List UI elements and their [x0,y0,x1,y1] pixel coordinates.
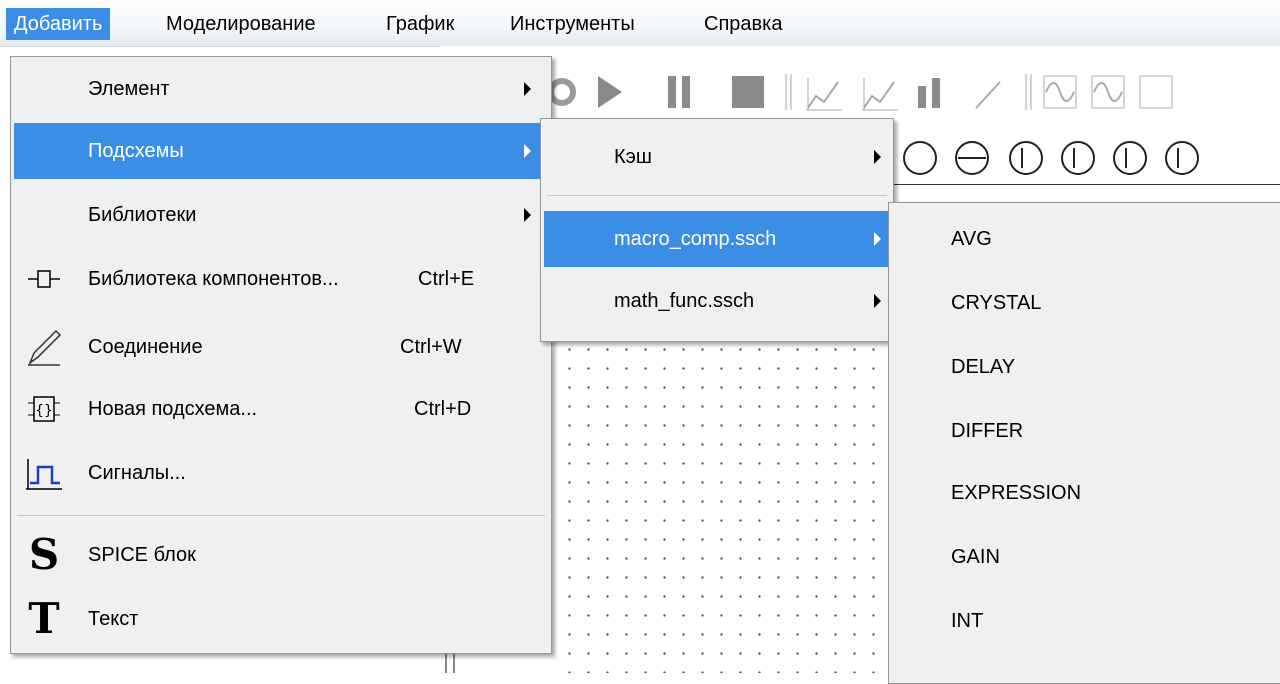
menu-item-math-func[interactable]: math_func.ssch [544,273,890,329]
simulation-toolbar [548,74,1173,111]
signal-pulse-icon [26,459,62,490]
pause-icon[interactable] [668,76,690,108]
submenu-arrow-icon [524,82,531,96]
menu-item-differ[interactable]: DIFFER [889,403,1280,459]
schematic-grid[interactable] [560,340,890,673]
text-t-icon: T [28,594,60,643]
svg-text:{}: {} [35,403,53,419]
menu-item-text[interactable]: T Текст [14,591,548,647]
menu-item-label: SPICE блок [88,544,196,566]
menu-item-label: CRYSTAL [951,292,1042,314]
spice-s-icon: S [28,530,60,579]
submenu-arrow-icon [874,232,881,246]
mosfet-icon[interactable] [1165,141,1199,175]
stop-icon[interactable] [732,76,764,108]
shortcut-label: Ctrl+D [414,398,472,420]
waveform-icon[interactable] [1139,75,1173,109]
menu-item-subcircuits[interactable]: Подсхемы [14,123,548,179]
menu-item-label: macro_comp.ssch [614,228,777,250]
shortcut-label: Ctrl+E [418,268,475,290]
add-menu: Элемент Подсхемы Библиотеки Библиотека к… [10,56,552,654]
gear-icon[interactable] [548,78,576,106]
menu-item-label: Библиотеки [88,204,197,226]
submenu-arrow-icon [874,294,881,308]
menu-item-label: DIFFER [951,420,1024,442]
menu-item-new-subcircuit[interactable]: {} Новая подсхема... Ctrl+D [14,381,548,437]
graph-icon[interactable] [806,78,842,111]
line-icon[interactable] [975,81,1001,109]
menu-item-int[interactable]: INT [889,593,1280,649]
bar-graph-icon[interactable] [918,78,940,108]
add-graph-icon[interactable] [862,78,898,111]
menu-item-gain[interactable]: GAIN [889,529,1280,585]
transistor-icon[interactable] [903,141,937,175]
subcircuits-menu: Кэш macro_comp.ssch math_func.ssch [540,118,894,342]
menu-item-label: Подсхемы [88,140,184,162]
mosfet-icon[interactable] [1061,141,1095,175]
menu-item-cache[interactable]: Кэш [544,129,890,185]
subcircuit-icon: {} [28,396,60,422]
pencil-icon [28,329,62,366]
shortcut-label: Ctrl+W [400,336,462,358]
menu-item-label: AVG [951,228,992,250]
menu-separator [547,195,887,196]
component-library-icon [28,270,60,288]
menu-item-label: Соединение [88,336,203,358]
menu-item-label: Библиотека компонентов... [88,268,339,290]
menu-tools[interactable]: Инструменты [502,8,643,40]
submenu-arrow-icon [524,208,531,222]
submenu-arrow-icon [524,144,531,158]
menu-item-spice-block[interactable]: S SPICE блок [14,527,548,583]
menu-item-delay[interactable]: DELAY [889,339,1280,395]
menu-item-label: Кэш [614,146,652,168]
menu-help[interactable]: Справка [696,8,790,40]
menu-item-component-library[interactable]: Библиотека компонентов... Ctrl+E [14,251,548,307]
menu-item-crystal[interactable]: CRYSTAL [889,275,1280,331]
menu-item-label: Элемент [88,78,170,100]
menu-item-libraries[interactable]: Библиотеки [14,187,548,243]
menu-item-label: Сигналы... [88,462,186,484]
menu-add[interactable]: Добавить [6,8,111,40]
menu-item-label: DELAY [951,356,1016,378]
macro-comp-menu: AVG CRYSTAL DELAY DIFFER EXPRESSION GAIN… [888,202,1280,684]
menubar: Добавить Моделирование График Инструмент… [0,0,1280,47]
menu-item-connection[interactable]: Соединение Ctrl+W [14,319,548,375]
menu-graph[interactable]: График [378,8,462,40]
menu-item-label: INT [951,610,984,632]
waveform-icon[interactable] [1043,75,1077,109]
menu-item-macro-comp[interactable]: macro_comp.ssch [544,211,890,267]
submenu-arrow-icon [874,150,881,164]
menu-item-label: Текст [88,608,139,630]
mosfet-icon[interactable] [1113,141,1147,175]
menu-item-label: Новая подсхема... [88,398,258,420]
menu-item-label: math_func.ssch [614,290,755,312]
menu-item-element[interactable]: Элемент [14,61,548,117]
separator-icon [785,74,792,110]
menu-item-avg[interactable]: AVG [889,211,1280,267]
menu-separator [17,515,545,516]
separator-icon [1025,74,1032,110]
waveform-icon[interactable] [1091,75,1125,109]
menu-item-label: GAIN [951,546,1000,568]
transistor-icon[interactable] [955,141,989,175]
mosfet-icon[interactable] [1009,141,1043,175]
play-icon[interactable] [598,76,622,108]
menu-modeling[interactable]: Моделирование [158,8,324,40]
menu-item-label: EXPRESSION [951,482,1082,504]
menu-item-signals[interactable]: Сигналы... [14,445,548,501]
menu-item-expression[interactable]: EXPRESSION [889,465,1280,521]
